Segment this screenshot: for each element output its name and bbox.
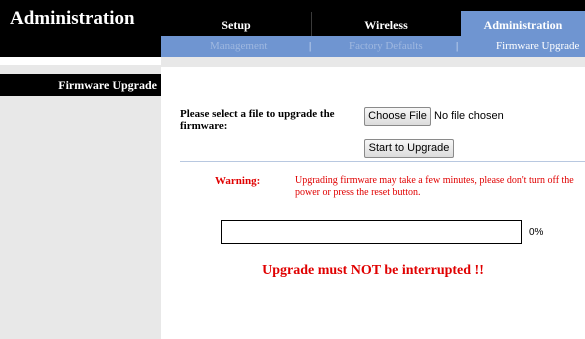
file-status-text: No file chosen xyxy=(434,110,504,122)
progress-percent: 0% xyxy=(529,227,544,238)
content-top-strip xyxy=(161,57,585,67)
upgrade-progress-bar xyxy=(221,220,522,244)
file-select-prompt: Please select a file to upgrade the firm… xyxy=(180,108,335,132)
sub-tab-bar: Management | Factory Defaults | Firmware… xyxy=(161,36,585,57)
subtab-separator: | xyxy=(309,40,312,52)
main-content: Please select a file to upgrade the firm… xyxy=(161,67,585,339)
tab-setup[interactable]: Setup xyxy=(161,15,311,36)
page-title: Administration xyxy=(10,8,135,29)
tab-wireless[interactable]: Wireless xyxy=(311,15,461,36)
choose-file-button[interactable]: Choose File xyxy=(364,107,431,126)
header-gap xyxy=(0,57,161,65)
subtab-separator: | xyxy=(456,40,459,52)
header-brand-area: Administration xyxy=(0,0,161,57)
subtab-firmware-upgrade[interactable]: Firmware Upgrade xyxy=(496,40,579,52)
main-tab-bar: Setup Wireless Administration xyxy=(161,0,585,36)
upgrade-notice: Upgrade must NOT be interrupted !! xyxy=(262,263,484,278)
tab-administration[interactable]: Administration xyxy=(461,11,585,36)
section-divider xyxy=(180,161,585,162)
start-upgrade-button[interactable]: Start to Upgrade xyxy=(364,139,454,158)
warning-message: Upgrading firmware may take a few minute… xyxy=(295,175,574,198)
sidebar xyxy=(0,65,161,339)
subtab-factory-defaults[interactable]: Factory Defaults xyxy=(349,40,423,52)
subtab-management[interactable]: Management xyxy=(210,40,267,52)
sidebar-section-label: Firmware Upgrade xyxy=(58,78,157,92)
warning-label: Warning: xyxy=(215,175,261,187)
sidebar-section-title: Firmware Upgrade xyxy=(0,74,161,96)
